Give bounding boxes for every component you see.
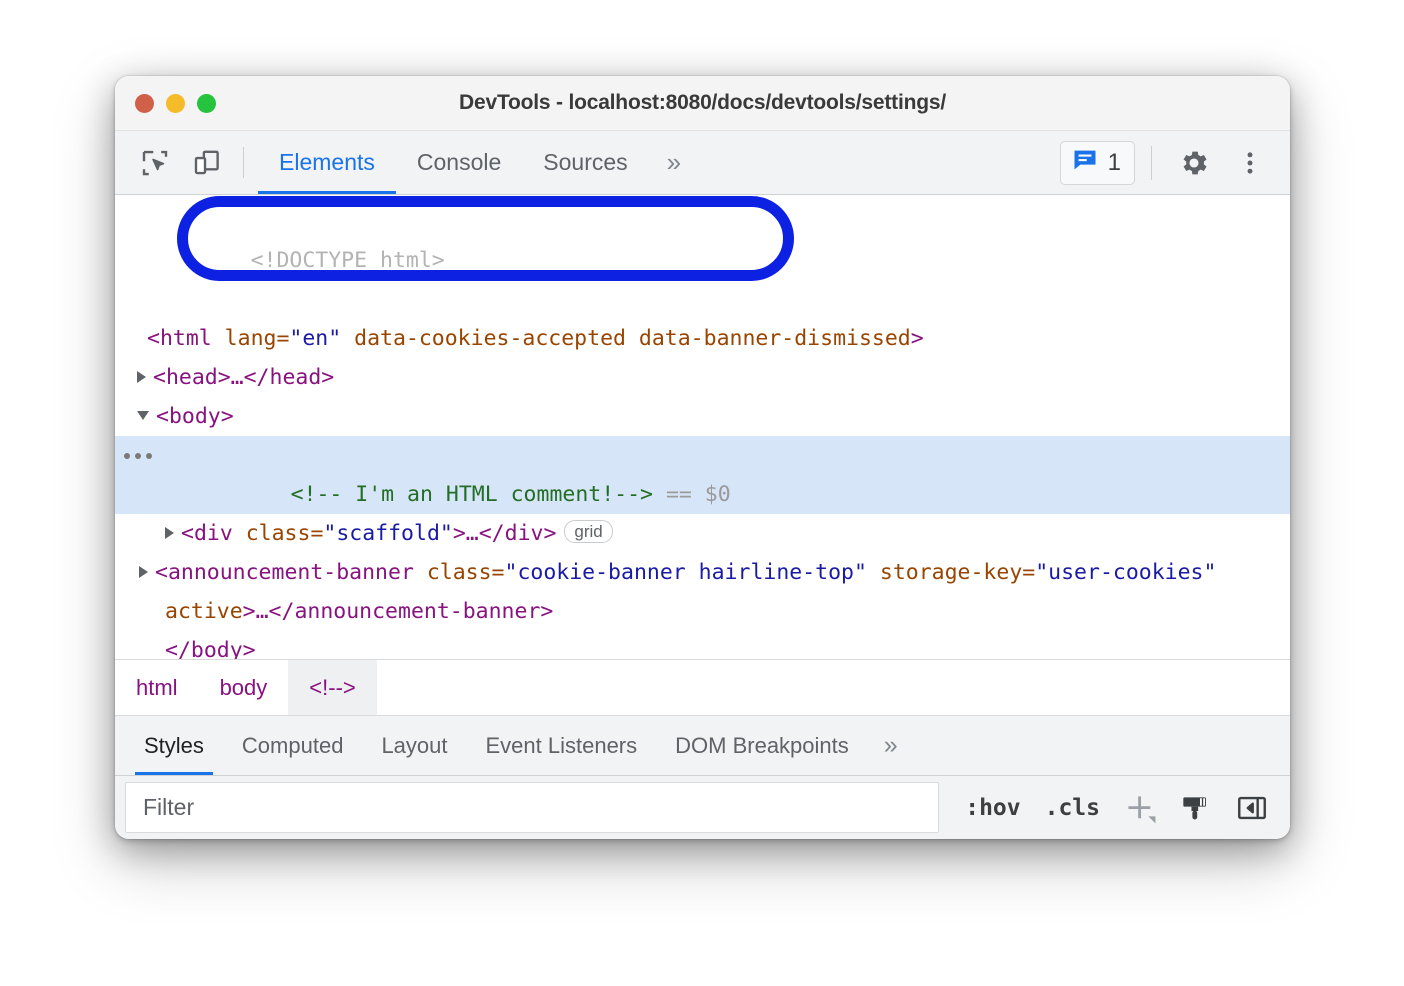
issues-count: 1	[1108, 149, 1121, 177]
comment-sep	[692, 482, 705, 507]
comment-eq	[653, 482, 666, 507]
toggle-sidebar-icon[interactable]	[1224, 782, 1280, 834]
doctype-text: <!DOCTYPE html>	[251, 248, 445, 273]
comment-text: <!-- I'm an HTML comment!-->	[291, 482, 653, 507]
gear-icon[interactable]	[1168, 137, 1220, 189]
filter-placeholder: Filter	[143, 794, 194, 821]
issues-button[interactable]: 1	[1060, 141, 1135, 185]
banner-tag-close: >…</announcement-banner>	[243, 599, 554, 624]
main-toolbar: Elements Console Sources »	[115, 131, 1290, 195]
banner-class-value: "cookie-banner hairline-top"	[505, 560, 867, 585]
tree-row-comment[interactable]: <!-- I'm an HTML comment!--> == $0	[115, 436, 1290, 514]
comment-dollar-zero: $0	[705, 482, 731, 507]
more-sidebar-tabs-chevron-icon[interactable]: »	[868, 716, 914, 775]
div-attr-class: class=	[233, 521, 324, 546]
breadcrumb-item-html[interactable]: html	[115, 660, 199, 715]
tab-computed-label: Computed	[242, 733, 344, 759]
inspect-element-icon[interactable]	[129, 131, 181, 194]
tab-sources-label: Sources	[543, 149, 627, 176]
more-panels-label: »	[667, 147, 681, 178]
tab-styles[interactable]: Styles	[125, 716, 223, 775]
search-input[interactable]: Filter	[125, 782, 939, 833]
row-actions-ellipsis-icon[interactable]	[124, 436, 152, 475]
body-close-text: </body>	[165, 638, 256, 659]
html-data-attrs: data-cookies-accepted data-banner-dismis…	[341, 326, 911, 351]
grid-badge[interactable]: grid	[564, 520, 612, 543]
html-attr-lang-value: "en"	[289, 326, 341, 351]
paint-brush-icon[interactable]	[1168, 782, 1224, 834]
banner-attr-class: class=	[414, 560, 505, 585]
tree-row-body-open[interactable]: <body>	[115, 397, 1290, 436]
dom-tree[interactable]: <!DOCTYPE html> <html lang="en" data-coo…	[115, 195, 1290, 659]
div-class-value: "scaffold"	[323, 521, 452, 546]
html-tag-open: <html	[147, 326, 212, 351]
breadcrumb-item-html-label: html	[136, 675, 178, 701]
issues-message-icon	[1071, 146, 1099, 179]
toolbar-right-divider	[1151, 146, 1152, 180]
screenshot-root: DevTools - localhost:8080/docs/devtools/…	[0, 0, 1404, 986]
banner-tag: <announcement-banner	[155, 560, 414, 585]
tab-elements[interactable]: Elements	[258, 131, 396, 194]
sidebar-tabs: Styles Computed Layout Event Listeners D…	[115, 716, 1290, 776]
tab-event-listeners[interactable]: Event Listeners	[467, 716, 657, 775]
toolbar-spacer	[699, 131, 1060, 194]
tab-console-label: Console	[417, 149, 501, 176]
more-panels-chevron-icon[interactable]: »	[649, 131, 699, 194]
tree-row-doctype[interactable]: <!DOCTYPE html>	[115, 202, 1290, 319]
banner-attr-storage-key: storage-key=	[867, 560, 1035, 585]
device-toolbar-icon[interactable]	[181, 131, 233, 194]
tab-dom-breakpoints[interactable]: DOM Breakpoints	[656, 716, 868, 775]
more-sidebar-tabs-label: »	[884, 731, 898, 760]
devtools-window: DevTools - localhost:8080/docs/devtools/…	[115, 76, 1290, 839]
expand-triangle-icon[interactable]	[137, 371, 146, 383]
tab-dom-breakpoints-label: DOM Breakpoints	[675, 733, 849, 759]
div-tag-close: >…</div>	[453, 521, 557, 546]
breadcrumb-item-comment-label: <!-->	[309, 675, 355, 701]
tab-sources[interactable]: Sources	[522, 131, 648, 194]
breadcrumb-item-body[interactable]: body	[199, 660, 289, 715]
hov-button-label: :hov	[965, 795, 1020, 821]
tab-layout-label: Layout	[381, 733, 447, 759]
breadcrumb-item-comment[interactable]: <!-->	[288, 660, 376, 715]
tab-elements-label: Elements	[279, 149, 375, 176]
div-tag: <div	[181, 521, 233, 546]
cls-button[interactable]: .cls	[1033, 795, 1112, 821]
panel-tabs: Elements Console Sources »	[258, 131, 699, 194]
plus-icon[interactable]	[1112, 782, 1168, 834]
kebab-menu-icon[interactable]	[1224, 137, 1276, 189]
expand-triangle-icon[interactable]	[165, 527, 174, 539]
tree-row-div-scaffold[interactable]: <div class="scaffold">…</div> grid	[115, 514, 1290, 553]
expand-triangle-icon[interactable]	[139, 566, 148, 578]
styles-filter-bar: Filter :hov .cls	[115, 776, 1290, 839]
html-attr-lang: lang=	[212, 326, 290, 351]
breadcrumb-item-body-label: body	[220, 675, 268, 701]
tab-layout[interactable]: Layout	[362, 716, 466, 775]
tree-row-announcement-banner[interactable]: <announcement-banner class="cookie-banne…	[115, 553, 1290, 631]
toolbar-divider	[243, 147, 244, 178]
toolbar-right: 1	[1060, 131, 1290, 194]
comment-equals: ==	[666, 482, 692, 507]
tab-event-listeners-label: Event Listeners	[486, 733, 638, 759]
html-tag-open-close: >	[911, 326, 924, 351]
tab-styles-label: Styles	[144, 733, 204, 759]
breadcrumb: html body <!-->	[115, 659, 1290, 716]
banner-attr-active: active	[165, 599, 243, 624]
cls-button-label: .cls	[1045, 795, 1100, 821]
title-bar: DevTools - localhost:8080/docs/devtools/…	[115, 76, 1290, 131]
body-open-text: <body>	[156, 404, 234, 429]
window-title: DevTools - localhost:8080/docs/devtools/…	[115, 91, 1290, 115]
banner-storage-key-value: "user-cookies"	[1035, 560, 1216, 585]
tree-row-html-open[interactable]: <html lang="en" data-cookies-accepted da…	[115, 319, 1290, 358]
tab-console[interactable]: Console	[396, 131, 522, 194]
filter-actions: :hov .cls	[939, 776, 1290, 839]
tab-computed[interactable]: Computed	[223, 716, 363, 775]
tree-row-head[interactable]: <head>…</head>	[115, 358, 1290, 397]
collapse-triangle-icon[interactable]	[137, 411, 149, 420]
hov-button[interactable]: :hov	[953, 795, 1032, 821]
tree-row-body-close[interactable]: </body>	[115, 631, 1290, 659]
head-text: <head>…</head>	[153, 365, 334, 390]
